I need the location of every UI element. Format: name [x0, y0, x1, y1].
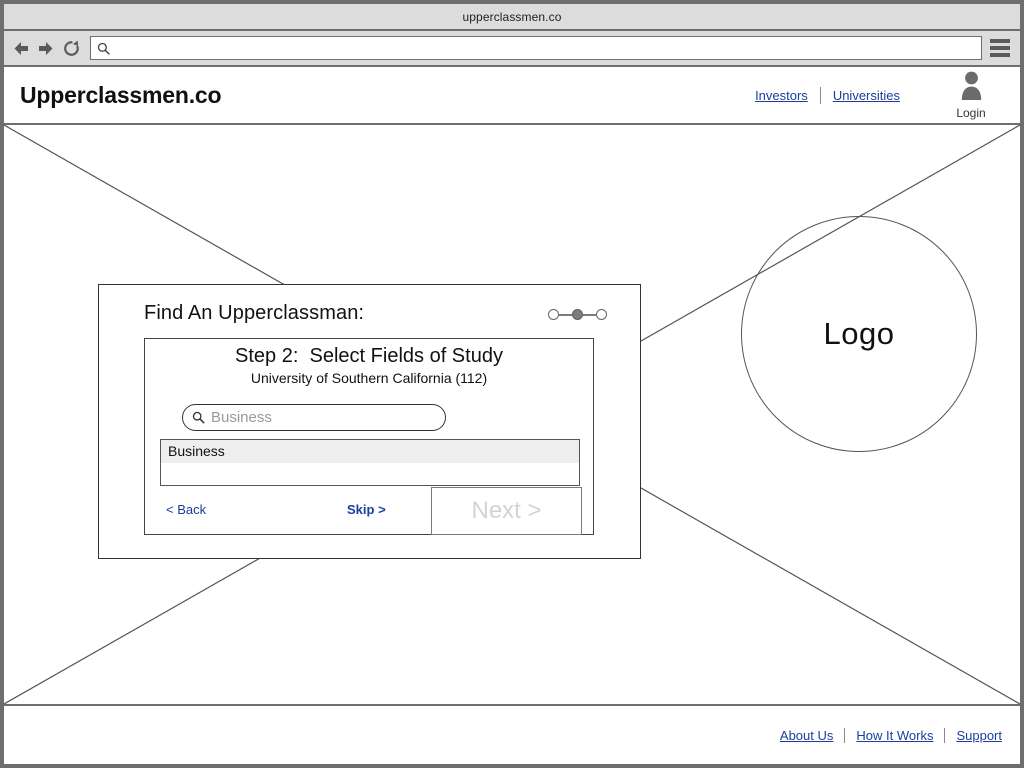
footer-separator [944, 727, 946, 743]
result-row[interactable]: Business [161, 440, 579, 463]
footer-link-how-it-works[interactable]: How It Works [856, 728, 933, 743]
site-header: Upperclassmen.co Investors Universities … [4, 67, 1020, 125]
hamburger-bar [990, 53, 1010, 57]
result-label: Business [168, 443, 225, 460]
footer-separator [844, 727, 846, 743]
find-upperclassman-modal: Find An Upperclassman: Step 2: Select Fi… [98, 284, 641, 559]
skip-link[interactable]: Skip > [347, 502, 386, 517]
step-footer: < Back Skip > Next > [145, 487, 593, 536]
reload-icon[interactable] [60, 37, 82, 59]
result-row[interactable] [161, 463, 579, 486]
browser-window: upperclassmen.co Upperclassmen.co Invest… [0, 0, 1024, 768]
hamburger-bar [990, 39, 1010, 43]
browser-title-bar: upperclassmen.co [4, 4, 1020, 31]
site-brand[interactable]: Upperclassmen.co [20, 82, 222, 109]
login-button[interactable]: Login [940, 70, 1002, 120]
field-of-study-search[interactable] [182, 404, 446, 431]
nav-link-universities[interactable]: Universities [833, 88, 900, 103]
hero-image-placeholder: Logo Find An Upperclassman: Step 2: Sele… [4, 125, 1020, 706]
nav-link-investors[interactable]: Investors [755, 88, 808, 103]
search-icon [192, 411, 205, 424]
footer-link-support[interactable]: Support [956, 728, 1002, 743]
step-subtitle: University of Southern California (112) [250, 370, 488, 386]
step-dot-2[interactable] [572, 309, 583, 320]
search-icon [97, 42, 110, 55]
step-dot-3[interactable] [596, 309, 607, 320]
next-button[interactable]: Next > [431, 487, 582, 535]
hamburger-bar [990, 46, 1010, 50]
logo-placeholder: Logo [741, 216, 977, 452]
field-results-list[interactable]: Business [160, 439, 580, 486]
modal-title: Find An Upperclassman: [144, 302, 365, 324]
user-avatar-icon [958, 70, 985, 105]
site-footer: About Us How It Works Support [4, 706, 1020, 764]
step-dot-connector [559, 313, 572, 316]
next-button-label: Next > [471, 497, 542, 524]
login-label: Login [956, 106, 986, 120]
url-input[interactable] [115, 40, 975, 56]
step-dot-1[interactable] [548, 309, 559, 320]
logo-text: Logo [823, 316, 895, 351]
hamburger-menu-icon[interactable] [990, 37, 1012, 59]
step-indicator [548, 309, 607, 320]
step-dot-connector [583, 313, 596, 316]
field-search-input[interactable] [209, 408, 436, 427]
back-link[interactable]: < Back [166, 502, 206, 517]
footer-link-about-us[interactable]: About Us [780, 728, 833, 743]
browser-toolbar [4, 31, 1020, 67]
web-page: Upperclassmen.co Investors Universities … [4, 67, 1020, 764]
back-arrow-icon[interactable] [10, 37, 32, 59]
step-panel: Step 2: Select Fields of Study Universit… [144, 338, 594, 535]
step-heading: Step 2: Select Fields of Study [235, 345, 503, 367]
header-nav: Investors Universities Login [755, 70, 1002, 120]
url-bar[interactable] [90, 36, 982, 60]
forward-arrow-icon[interactable] [34, 37, 56, 59]
nav-separator [819, 86, 821, 104]
browser-title-text: upperclassmen.co [462, 9, 562, 24]
